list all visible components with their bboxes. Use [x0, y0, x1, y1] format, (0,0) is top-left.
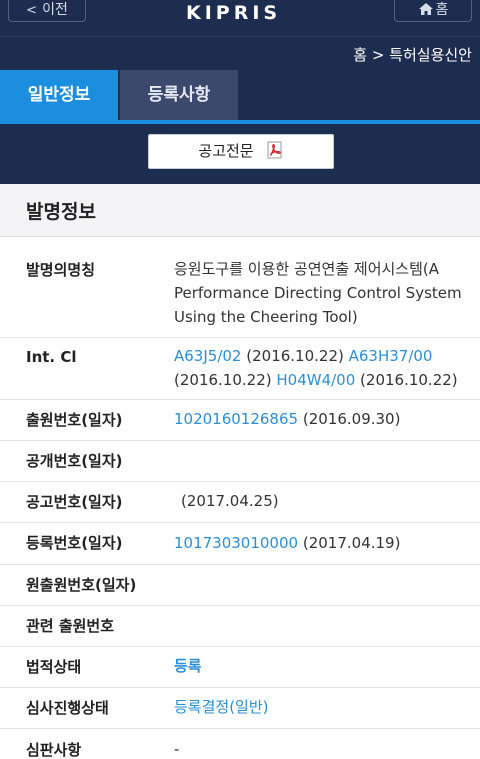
- row-invention-title: 발명의명칭 응원도구를 이용한 공연연출 제어시스템(A Performance…: [0, 237, 480, 338]
- application-value: 1020160126865 (2016.09.30): [174, 407, 464, 431]
- row-original-application: 원출원번호(일자): [0, 565, 480, 606]
- ipc-value: A63J5/02 (2016.10.22) A63H37/00 (2016.10…: [174, 344, 464, 392]
- ipc-code-link[interactable]: H04W4/00: [276, 371, 355, 389]
- section-title: 발명정보: [26, 201, 96, 223]
- invention-title-value: 응원도구를 이용한 공연연출 제어시스템(A Performance Direc…: [174, 260, 462, 326]
- row-announcement-number: 공고번호(일자) (2017.04.25): [0, 482, 480, 523]
- row-label: 공개번호(일자): [26, 452, 123, 470]
- row-label: Int. Cl: [26, 348, 77, 366]
- announcement-fulltext-button[interactable]: 공고전문: [148, 134, 334, 169]
- row-ipc: Int. Cl A63J5/02 (2016.10.22) A63H37/00 …: [0, 338, 480, 400]
- row-label: 관련 출원번호: [26, 617, 115, 635]
- application-number-link[interactable]: 1020160126865: [174, 410, 298, 428]
- back-button[interactable]: < 이전: [8, 0, 86, 22]
- row-label: 원출원번호(일자): [26, 576, 137, 594]
- registration-number-link[interactable]: 1017303010000: [174, 534, 298, 552]
- row-label: 출원번호(일자): [26, 411, 123, 429]
- home-button[interactable]: 홈: [394, 0, 472, 22]
- row-publication-number: 공개번호(일자): [0, 441, 480, 482]
- row-label: 심판사항: [26, 741, 82, 759]
- row-registration-number: 등록번호(일자) 1017303010000 (2017.04.19): [0, 523, 480, 565]
- legal-status-link[interactable]: 등록: [174, 654, 464, 678]
- row-application-number: 출원번호(일자) 1020160126865 (2016.09.30): [0, 400, 480, 441]
- row-related-application: 관련 출원번호: [0, 606, 480, 647]
- home-icon: [418, 3, 433, 15]
- tab-registration[interactable]: 등록사항: [120, 70, 238, 123]
- registration-value: 1017303010000 (2017.04.19): [174, 531, 464, 555]
- chevron-left-icon: <: [26, 3, 38, 18]
- pdf-icon: [266, 138, 284, 171]
- exam-status-link[interactable]: 등록결정(일반): [174, 695, 464, 719]
- ipc-code-link[interactable]: A63H37/00: [349, 347, 433, 365]
- section-header: 발명정보: [0, 184, 480, 237]
- tab-bar: 일반정보 등록사항: [0, 70, 480, 123]
- row-label: 발명의명칭: [26, 261, 96, 279]
- row-label: 법적상태: [26, 658, 82, 676]
- trial-value: -: [174, 740, 180, 758]
- row-label: 등록번호(일자): [26, 534, 123, 552]
- ipc-date: (2016.10.22): [246, 347, 344, 365]
- action-bar: 공고전문: [0, 124, 480, 184]
- ipc-code-link[interactable]: A63J5/02: [174, 347, 241, 365]
- breadcrumb[interactable]: 홈 > 특허실용신안: [353, 44, 472, 65]
- row-exam-status: 심사진행상태 등록결정(일반): [0, 688, 480, 729]
- breadcrumb-bar: 홈 > 특허실용신안: [0, 36, 480, 70]
- back-label: 이전: [42, 2, 68, 18]
- announcement-label: 공고전문: [198, 142, 254, 160]
- row-trial: 심판사항 -: [0, 729, 480, 759]
- ipc-date: (2016.10.22): [360, 371, 458, 389]
- ipc-date: (2016.10.22): [174, 371, 272, 389]
- registration-date: (2017.04.19): [302, 534, 401, 552]
- home-label: 홈: [435, 2, 449, 18]
- row-legal-status: 법적상태 등록: [0, 647, 480, 688]
- announcement-date: (2017.04.25): [181, 492, 279, 510]
- row-label: 공고번호(일자): [26, 493, 123, 511]
- row-label: 심사진행상태: [26, 699, 109, 717]
- kipris-logo[interactable]: KIPRIS: [186, 2, 281, 24]
- application-date: (2016.09.30): [302, 410, 401, 428]
- top-bar: < 이전 KIPRIS 홈: [0, 0, 480, 36]
- tab-general-info[interactable]: 일반정보: [0, 70, 118, 123]
